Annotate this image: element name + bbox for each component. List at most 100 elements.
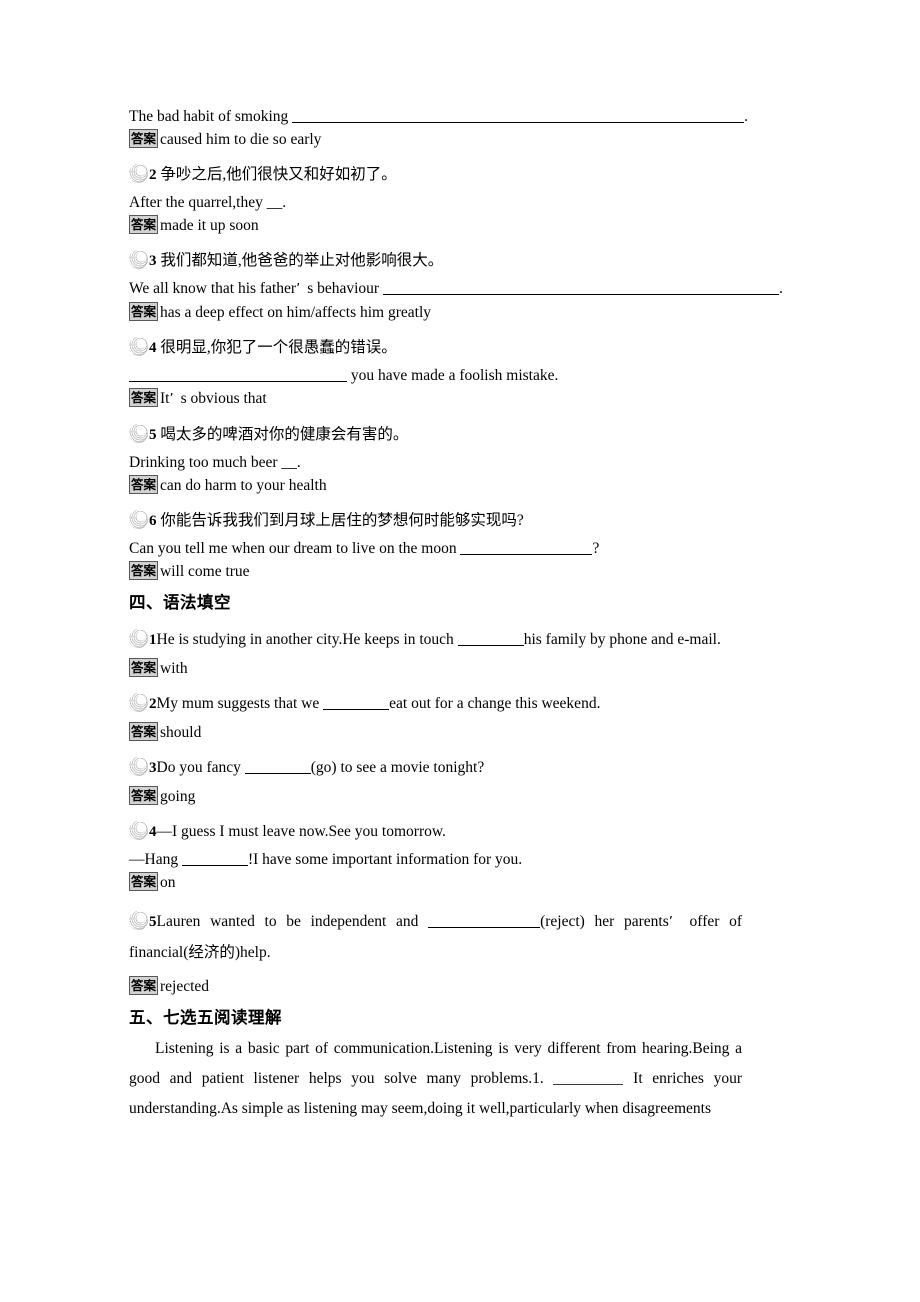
prompt-text: After the quarrel,they __. xyxy=(129,194,287,211)
question-prompt: Can you tell me when our dream to live o… xyxy=(129,539,742,559)
bullet-icon xyxy=(129,911,148,930)
question-text-after: eat out for a change this weekend. xyxy=(389,695,601,712)
answer-row: 答案 going xyxy=(129,786,742,807)
question-text-before: My mum suggests that we xyxy=(156,695,324,712)
answer-text: rejected xyxy=(160,978,210,995)
apostrophe: ’ xyxy=(169,392,174,407)
question-item: 4 很明显,你犯了一个很愚蠢的错误。 xyxy=(129,337,742,358)
question-chinese: 我们都知道,他爸爸的举止对他影响很大。 xyxy=(160,252,444,269)
answer-badge: 答案 xyxy=(129,388,159,407)
document-page: The bad habit of smoking . 答案 caused him … xyxy=(0,0,920,1302)
answer-row: 答案 will come true xyxy=(129,561,742,582)
reading-paragraph: Listening is a basic part of communicati… xyxy=(129,1034,742,1124)
bullet-icon xyxy=(129,337,148,356)
bullet-icon xyxy=(129,629,148,648)
answer-badge: 答案 xyxy=(129,658,159,677)
answer-badge: 答案 xyxy=(129,475,159,494)
answer-blank[interactable] xyxy=(382,281,779,295)
question-number: 5 xyxy=(149,914,157,930)
prompt-text: The bad habit of smoking xyxy=(129,108,293,125)
section-heading-four: 四、语法填空 xyxy=(129,593,231,612)
answer-badge: 答案 xyxy=(129,215,159,234)
answer-row: 答案 can do harm to your health xyxy=(129,475,742,496)
question-prompt: Drinking too much beer __. xyxy=(129,453,742,473)
question-item: 2 争吵之后,他们很快又和好如初了。 xyxy=(129,164,742,185)
question-item: 6 你能告诉我我们到月球上居住的梦想何时能够实现吗? xyxy=(129,510,742,531)
question-chinese: 喝太多的啤酒对你的健康会有害的。 xyxy=(160,426,409,443)
question-text-after: !I have some important information for y… xyxy=(247,851,523,868)
answer-text: with xyxy=(160,660,188,677)
answer-badge: 答案 xyxy=(129,129,159,148)
question-text-after: (go) to see a movie tonight? xyxy=(310,759,485,776)
reading-blank[interactable] xyxy=(553,1071,624,1085)
question-number: 5 xyxy=(149,427,157,443)
question-text-before: He is studying in another city.He keeps … xyxy=(156,631,458,648)
prompt-suffix: ? xyxy=(592,540,600,557)
prompt-text: Drinking too much beer __. xyxy=(129,454,301,471)
answer-blank[interactable] xyxy=(181,852,248,866)
answer-text: has a deep effect on him/affects him gre… xyxy=(160,304,432,321)
answer-text: caused him to die so early xyxy=(160,131,322,148)
answer-blank[interactable] xyxy=(129,368,347,382)
question-text-after: his family by phone and e-mail. xyxy=(523,631,721,648)
answer-row: 答案 has a deep effect on him/affects him g… xyxy=(129,302,742,323)
question-chinese: 很明显,你犯了一个很愚蠢的错误。 xyxy=(160,339,397,356)
question-number: 1 xyxy=(149,632,157,648)
answer-row: 答案 on xyxy=(129,872,742,893)
prompt-suffix: you have made a foolish mistake. xyxy=(347,367,559,384)
prompt-text: We all know that his father xyxy=(129,280,297,297)
question-text-mid: (reject) her parents xyxy=(540,913,669,930)
bullet-icon xyxy=(129,250,148,269)
prompt-suffix: . xyxy=(778,280,783,297)
question-text-before: —Hang xyxy=(129,851,182,868)
answer-badge: 答案 xyxy=(129,302,159,321)
answer-badge: 答案 xyxy=(129,976,159,995)
answer-badge: 答案 xyxy=(129,786,159,805)
question-number: 6 xyxy=(149,513,157,529)
prompt-suffix: . xyxy=(744,108,749,125)
answer-blank[interactable] xyxy=(460,541,593,555)
answer-blank[interactable] xyxy=(244,760,311,774)
answer-text-suffix: s obvious that xyxy=(180,390,267,407)
question-number: 2 xyxy=(149,696,157,712)
question-number: 2 xyxy=(149,167,157,183)
question-text-before: Do you fancy xyxy=(156,759,245,776)
bullet-icon xyxy=(129,424,148,443)
question-text-before: Lauren wanted to be independent and xyxy=(156,913,429,930)
answer-row: 答案 with xyxy=(129,658,742,679)
bullet-icon xyxy=(129,821,148,840)
page-content: The bad habit of smoking . 答案 caused him … xyxy=(129,107,783,1124)
answer-text: going xyxy=(160,788,196,805)
question-item: 5Lauren wanted to be independent and (re… xyxy=(129,907,742,968)
bullet-icon xyxy=(129,164,148,183)
prompt-text: Can you tell me when our dream to live o… xyxy=(129,540,461,557)
answer-blank[interactable] xyxy=(323,696,390,710)
answer-text: can do harm to your health xyxy=(160,477,327,494)
answer-row: 答案 It’ s obvious that xyxy=(129,388,742,410)
question-prompt: After the quarrel,they __. xyxy=(129,193,742,213)
apostrophe: ’ xyxy=(668,915,673,930)
question-prompt: —Hang !I have some important information… xyxy=(129,850,742,870)
answer-text: will come true xyxy=(160,563,250,580)
prompt-text-mid: s behaviour xyxy=(307,280,383,297)
answer-text: made it up soon xyxy=(160,217,259,234)
answer-row: 答案 made it up soon xyxy=(129,215,742,236)
answer-text: on xyxy=(160,874,176,891)
question-item: 3 我们都知道,他爸爸的举止对他影响很大。 xyxy=(129,250,742,271)
answer-blank[interactable] xyxy=(457,632,524,646)
question-prompt: The bad habit of smoking . xyxy=(129,107,748,127)
question-number: 4 xyxy=(149,824,157,840)
question-number: 3 xyxy=(149,253,157,269)
bullet-icon xyxy=(129,757,148,776)
question-text-line1: —I guess I must leave now.See you tomorr… xyxy=(156,823,446,840)
question-number: 4 xyxy=(149,340,157,356)
answer-text: should xyxy=(160,724,202,741)
question-prompt: you have made a foolish mistake. xyxy=(129,366,742,386)
bullet-icon xyxy=(129,510,148,529)
answer-badge: 答案 xyxy=(129,722,159,741)
question-chinese: 你能告诉我我们到月球上居住的梦想何时能够实现吗? xyxy=(160,512,524,529)
answer-badge: 答案 xyxy=(129,872,159,891)
question-item: 2My mum suggests that we eat out for a c… xyxy=(129,693,742,714)
answer-blank[interactable] xyxy=(428,914,541,928)
answer-blank[interactable] xyxy=(292,109,745,123)
